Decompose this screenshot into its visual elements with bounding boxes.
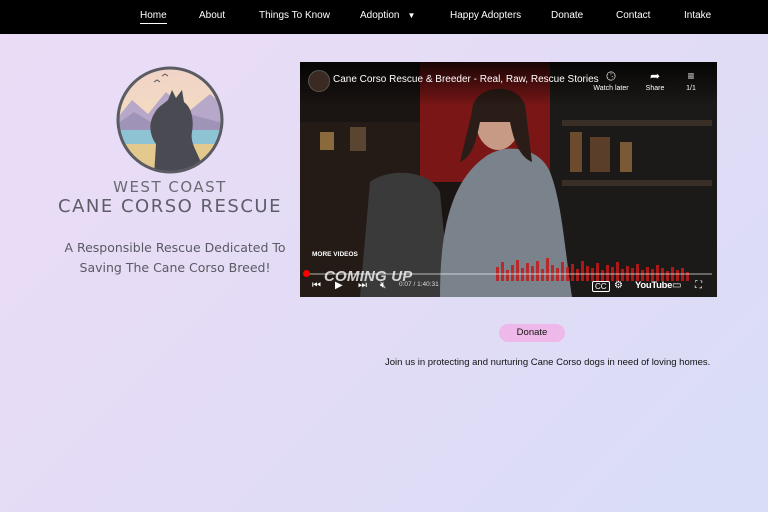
top-nav: Home About Things To Know Adoption ▼ Happ… (0, 0, 768, 34)
time-current: 0:07 (399, 281, 412, 288)
more-videos-label[interactable]: MORE VIDEOS (312, 251, 358, 258)
tagline-line-1: A Responsible Rescue Dedicated To (64, 240, 286, 255)
cast-icon[interactable]: ▭ (672, 280, 681, 292)
play-icon[interactable]: ▶︎ (335, 280, 343, 292)
mute-icon[interactable]: 🔇︎ (380, 280, 386, 292)
tagline-line-2: Saving The Cane Corso Breed! (79, 260, 271, 275)
watch-later-button[interactable]: 🕓︎ Watch later (589, 69, 633, 93)
clock-icon: 🕓︎ (606, 69, 616, 83)
mission-text: Join us in protecting and nurturing Cane… (385, 357, 711, 368)
nav-about[interactable]: About (199, 10, 225, 22)
youtube-logo[interactable]: YouTube (635, 280, 672, 291)
video-title[interactable]: Cane Corso Rescue & Breeder - Real, Raw,… (333, 74, 599, 85)
dog-silhouette-logo[interactable] (114, 64, 226, 176)
playlist-button[interactable]: ≡ 1/1 (669, 69, 713, 93)
nav-intake[interactable]: Intake (684, 10, 711, 22)
nav-happy-adopters[interactable]: Happy Adopters (450, 10, 521, 22)
playlist-count: 1/1 (686, 85, 696, 92)
donate-button[interactable]: Donate (499, 324, 565, 342)
nav-donate[interactable]: Donate (551, 10, 583, 22)
nav-adoption-label: Adoption (360, 10, 400, 21)
fullscreen-icon[interactable]: ⛶︎ (695, 280, 702, 292)
playlist-icon: ≡ (687, 69, 695, 83)
next-icon[interactable]: ⏭︎ (358, 280, 367, 292)
video-timecode: 0:07 / 1:40:31 (399, 281, 439, 288)
brand-line-2: CANE CORSO RESCUE (58, 196, 282, 217)
nav-contact[interactable]: Contact (616, 10, 650, 22)
video-controls: ⏮︎ ▶︎ ⏭︎ 🔇︎ 0:07 / 1:40:31 CC ⚙︎ YouTube… (300, 275, 717, 297)
nav-adoption[interactable]: Adoption ▼ (360, 10, 415, 22)
time-total: 1:40:31 (417, 281, 439, 288)
nav-things-to-know[interactable]: Things To Know (259, 10, 330, 22)
video-player[interactable]: Cane Corso Rescue & Breeder - Real, Raw,… (300, 62, 717, 297)
tagline: A Responsible Rescue Dedicated To Saving… (40, 238, 310, 278)
nav-home[interactable]: Home (140, 10, 167, 24)
watch-later-label: Watch later (593, 85, 629, 92)
settings-gear-icon[interactable]: ⚙︎ (614, 280, 623, 292)
previous-icon[interactable]: ⏮︎ (312, 280, 321, 292)
chevron-down-icon: ▼ (407, 11, 416, 20)
channel-avatar[interactable] (308, 70, 330, 92)
captions-icon[interactable]: CC (592, 281, 610, 292)
brand-line-1: WEST COAST (113, 178, 227, 196)
